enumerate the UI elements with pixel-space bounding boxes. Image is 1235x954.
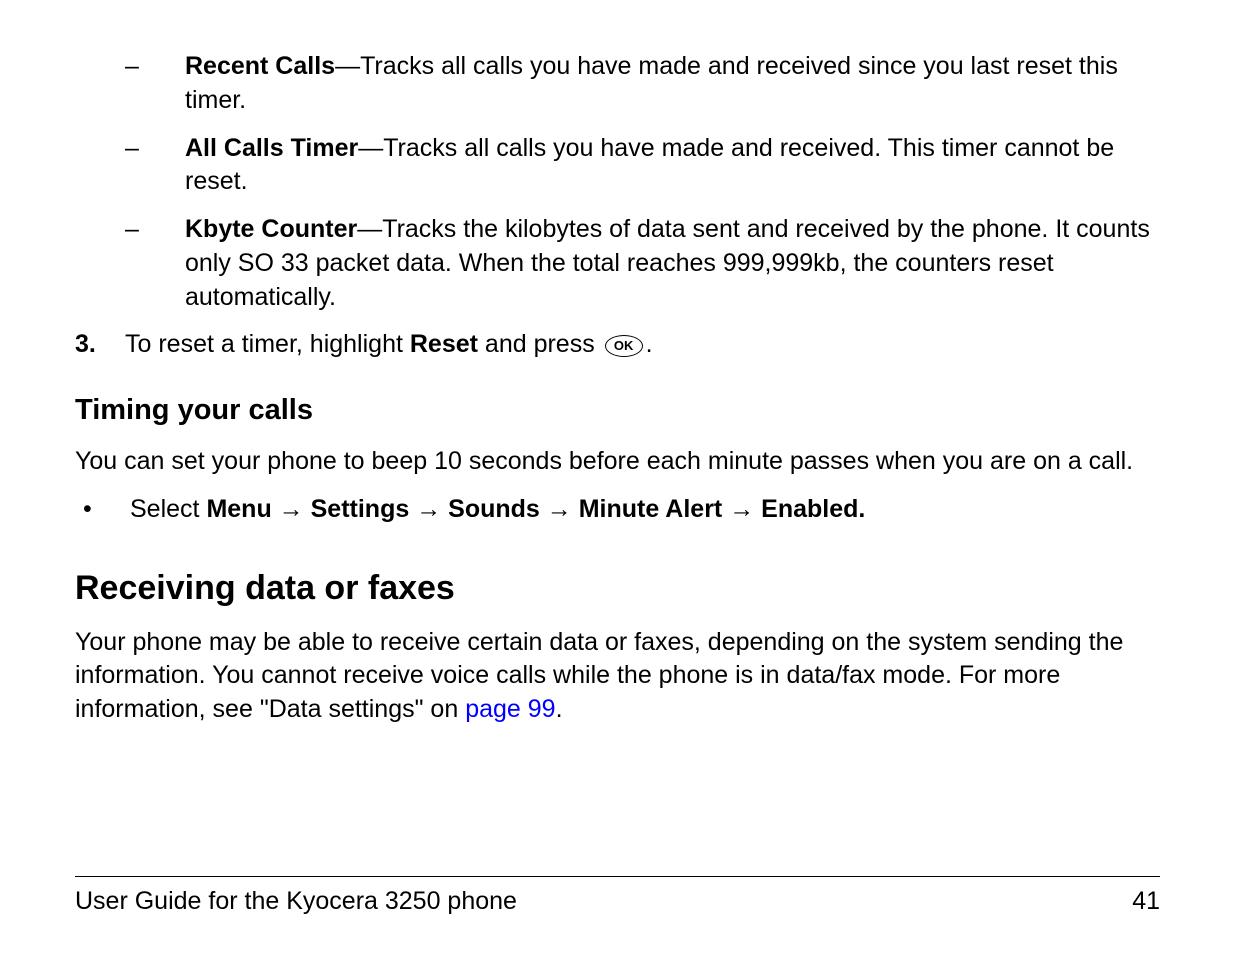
step-3: 3. To reset a timer, highlight Reset and… bbox=[75, 328, 1160, 362]
menu-path-text: Select Menu → Settings → Sounds → Minute… bbox=[130, 493, 1160, 527]
menu-path-segment: Minute Alert bbox=[579, 495, 723, 523]
footer-title: User Guide for the Kyocera 3250 phone bbox=[75, 887, 517, 916]
timing-paragraph: You can set your phone to beep 10 second… bbox=[75, 445, 1160, 479]
heading-receiving-data: Receiving data or faxes bbox=[75, 569, 1160, 608]
step-prefix: To reset a timer, highlight bbox=[125, 330, 410, 358]
select-prefix: Select bbox=[130, 495, 206, 523]
term-bold: Recent Calls bbox=[185, 52, 335, 80]
step-text: To reset a timer, highlight Reset and pr… bbox=[125, 328, 1160, 362]
receiving-paragraph: Your phone may be able to receive certai… bbox=[75, 626, 1160, 727]
list-item-text: All Calls Timer—Tracks all calls you hav… bbox=[185, 132, 1160, 200]
list-item: – All Calls Timer—Tracks all calls you h… bbox=[125, 132, 1160, 200]
page-link[interactable]: page 99 bbox=[465, 695, 555, 723]
dash-marker: – bbox=[125, 213, 185, 314]
reset-label: Reset bbox=[410, 330, 478, 358]
arrow-icon: → bbox=[540, 495, 579, 523]
timer-definitions-list: – Recent Calls—Tracks all calls you have… bbox=[125, 50, 1160, 314]
heading-timing-calls: Timing your calls bbox=[75, 394, 1160, 427]
step-mid: and press bbox=[478, 330, 602, 358]
list-item-text: Kbyte Counter—Tracks the kilobytes of da… bbox=[185, 213, 1160, 314]
bullet-marker: • bbox=[75, 493, 130, 527]
page-footer: User Guide for the Kyocera 3250 phone 41 bbox=[75, 876, 1160, 916]
arrow-icon: → bbox=[409, 495, 448, 523]
receiving-suffix: . bbox=[556, 695, 563, 723]
arrow-icon: → bbox=[272, 495, 311, 523]
menu-path-segment: Settings bbox=[311, 495, 410, 523]
dash-marker: – bbox=[125, 50, 185, 118]
term-bold: All Calls Timer bbox=[185, 134, 358, 162]
menu-path-list: • Select Menu → Settings → Sounds → Minu… bbox=[75, 493, 1160, 527]
ok-button-icon: OK bbox=[605, 335, 643, 357]
page-number: 41 bbox=[1132, 887, 1160, 916]
step-suffix: . bbox=[646, 330, 653, 358]
arrow-icon: → bbox=[722, 495, 761, 523]
menu-path-segment: Menu bbox=[206, 495, 271, 523]
dash-marker: – bbox=[125, 132, 185, 200]
list-item-text: Recent Calls—Tracks all calls you have m… bbox=[185, 50, 1160, 118]
list-item: – Recent Calls—Tracks all calls you have… bbox=[125, 50, 1160, 118]
term-bold: Kbyte Counter bbox=[185, 215, 357, 243]
menu-path-segment: Enabled. bbox=[761, 495, 865, 523]
list-item: – Kbyte Counter—Tracks the kilobytes of … bbox=[125, 213, 1160, 314]
step-number: 3. bbox=[75, 328, 125, 362]
list-item: • Select Menu → Settings → Sounds → Minu… bbox=[75, 493, 1160, 527]
receiving-text: Your phone may be able to receive certai… bbox=[75, 628, 1123, 724]
menu-path-segment: Sounds bbox=[448, 495, 540, 523]
